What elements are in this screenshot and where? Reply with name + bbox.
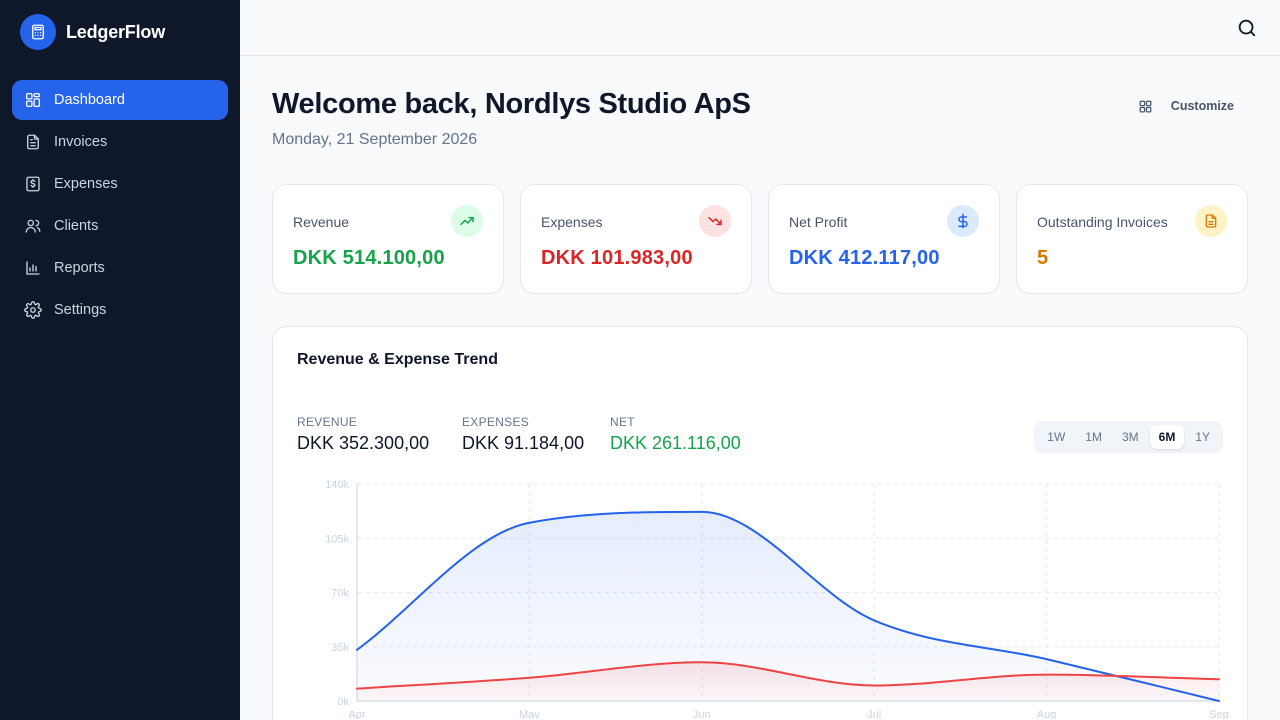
sidebar-item-label: Clients [54, 218, 99, 234]
y-tick-label: 105k [325, 533, 349, 545]
users-icon [25, 219, 41, 233]
sidebar-item-settings[interactable]: Settings [12, 290, 228, 330]
kpi-value: DKK 514.100,00 [293, 247, 445, 269]
sidebar-item-clients[interactable]: Clients [12, 206, 228, 246]
kpi-label: Net Profit [789, 214, 848, 230]
kpi-card-net-profit[interactable]: Net Profit DKK 412.117,00 [768, 184, 1000, 294]
grid-icon [1139, 100, 1152, 112]
x-tick-label: Sep [1209, 709, 1229, 719]
search-icon[interactable] [1236, 17, 1258, 39]
sidebar-item-label: Dashboard [54, 92, 125, 108]
x-tick-label: Aug [1037, 709, 1057, 719]
sidebar-item-label: Settings [54, 302, 107, 318]
invoice-icon [27, 134, 39, 150]
x-tick-label: Apr [348, 709, 365, 719]
kpi-value: DKK 412.117,00 [789, 247, 940, 269]
y-tick-label: 0k [337, 696, 349, 708]
sidebar-item-dashboard[interactable]: Dashboard [12, 80, 228, 120]
kpi-card-expenses[interactable]: Expenses DKK 101.983,00 [520, 184, 752, 294]
brand[interactable]: LedgerFlow [20, 14, 165, 50]
sidebar: LedgerFlow Dashboard Invoices Expenses C… [0, 0, 240, 720]
top-bar [240, 0, 1280, 56]
x-tick-label: Jun [693, 709, 711, 719]
kpi-label: Revenue [293, 214, 350, 230]
trending-down-icon [699, 205, 731, 237]
app-name: LedgerFlow [66, 21, 166, 42]
kpi-value: 5 [1037, 247, 1049, 269]
y-tick-label: 140k [325, 479, 349, 491]
y-tick-label: 70k [331, 588, 349, 600]
sidebar-item-label: Expenses [54, 176, 118, 192]
trend-chart-card: Revenue & Expense Trend REVENUE DKK 352.… [272, 326, 1248, 720]
dashboard-icon [25, 92, 41, 108]
sidebar-nav: Dashboard Invoices Expenses Clients Repo… [12, 80, 228, 332]
customize-button[interactable]: Customize [1138, 96, 1234, 116]
x-tick-label: May [519, 709, 540, 719]
trend-chart: 0k 35k 70k 105k 140k Apr May Jun Jul Aug Sep [325, 479, 1229, 719]
x-tick-label: Jul [867, 709, 881, 719]
sidebar-item-reports[interactable]: Reports [12, 248, 228, 288]
kpi-card-outstanding-invoices[interactable]: Outstanding Invoices 5 [1016, 184, 1248, 294]
dollar-icon [947, 205, 979, 237]
page-title: Welcome back, Nordlys Studio ApS [272, 88, 751, 120]
trending-up-icon [451, 205, 483, 237]
kpi-card-revenue[interactable]: Revenue DKK 514.100,00 [272, 184, 504, 294]
kpi-value: DKK 101.983,00 [541, 247, 693, 269]
sidebar-item-label: Invoices [54, 134, 108, 150]
dollar-receipt-icon [26, 176, 40, 192]
customize-label: Customize [1170, 99, 1234, 113]
gear-icon [24, 301, 42, 319]
current-date: Monday, 21 September 2026 [272, 131, 478, 148]
sidebar-item-label: Reports [54, 260, 105, 276]
calculator-icon [20, 14, 56, 50]
y-tick-label: 35k [331, 642, 349, 654]
sidebar-item-invoices[interactable]: Invoices [12, 122, 228, 162]
kpi-label: Outstanding Invoices [1037, 214, 1168, 230]
sidebar-item-expenses[interactable]: Expenses [12, 164, 228, 204]
bar-chart-icon [26, 261, 40, 275]
document-icon [1195, 205, 1227, 237]
kpi-label: Expenses [541, 214, 603, 230]
